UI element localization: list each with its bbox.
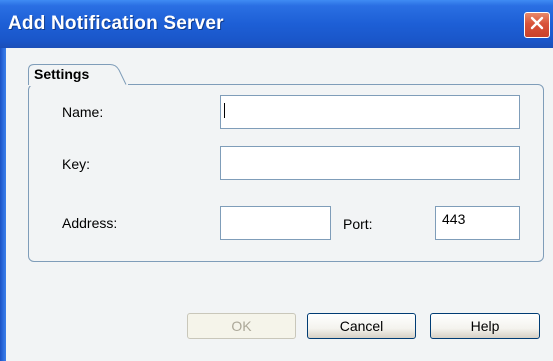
help-button[interactable]: Help [430,313,540,339]
port-input-value: 443 [442,211,466,227]
text-cursor [224,103,225,118]
name-label: Name: [62,104,104,120]
close-icon [529,15,545,36]
help-button-label: Help [470,318,500,334]
key-input[interactable] [220,146,520,180]
ok-button-label: OK [231,318,252,334]
port-input[interactable]: 443 [435,206,520,240]
close-button[interactable] [524,12,550,38]
name-input[interactable] [220,95,520,129]
cancel-button-label: Cancel [339,318,384,334]
window-title: Add Notification Server [8,13,224,34]
address-label: Address: [62,215,118,231]
dialog-window: Add Notification Server Settings Name: K… [0,0,553,361]
ok-button[interactable]: OK [187,313,296,339]
title-bar[interactable]: Add Notification Server [0,0,553,48]
cancel-button[interactable]: Cancel [307,313,416,339]
settings-group-label: Settings [34,66,90,82]
address-input[interactable] [220,206,331,240]
port-label: Port: [343,216,373,232]
key-label: Key: [62,156,91,172]
